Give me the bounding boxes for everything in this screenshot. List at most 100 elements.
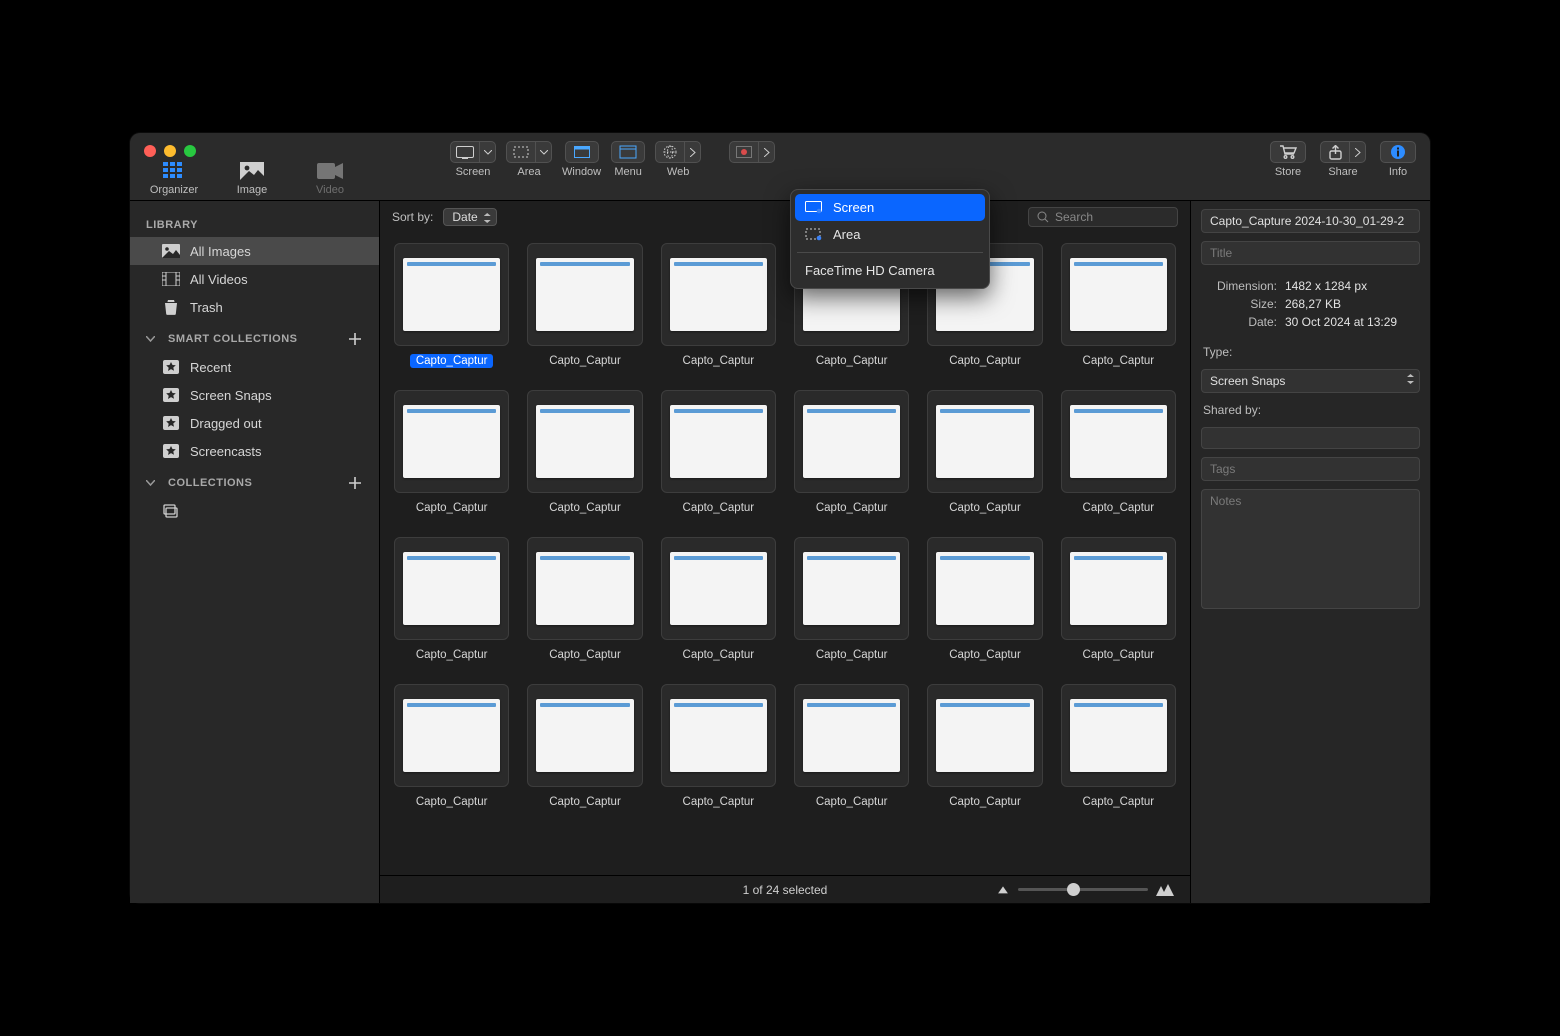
mode-label: Video [316, 184, 344, 196]
thumbnail-card[interactable]: Capto_Captur [661, 537, 776, 662]
menu-item-label: FaceTime HD Camera [805, 263, 935, 278]
chevron-down-icon[interactable] [536, 141, 552, 163]
thumbnail [394, 537, 509, 640]
fullscreen-button[interactable] [184, 145, 196, 157]
thumbnail-card[interactable]: Capto_Captur [661, 390, 776, 515]
thumbnail-card[interactable]: Capto_Captur [927, 537, 1042, 662]
add-smart-collection-button[interactable] [347, 331, 363, 347]
record-button[interactable] [729, 141, 775, 163]
mode-video: Video [300, 161, 360, 196]
thumbnail-card[interactable]: Capto_Captur [661, 243, 776, 368]
thumbnail-card[interactable]: Capto_Captur [1061, 390, 1176, 515]
sidebar-item-collection[interactable] [130, 497, 379, 525]
sidebar-item-label: Screencasts [190, 444, 262, 459]
toolbar-label [751, 166, 754, 178]
thumbnail-caption: Capto_Captur [547, 501, 623, 515]
thumbnail [661, 243, 776, 346]
sidebar-item-label: Screen Snaps [190, 388, 272, 403]
dim-label: Dimension: [1203, 279, 1277, 293]
sidebar-item-all-videos[interactable]: All Videos [130, 265, 379, 293]
menu-item-screen[interactable]: Screen [795, 194, 985, 221]
thumbnail-card[interactable]: Capto_Captur [394, 537, 509, 662]
menu-item-label: Screen [833, 200, 874, 215]
sidebar-item-recent[interactable]: Recent [130, 353, 379, 381]
thumbnail-card[interactable]: Capto_Captur [661, 684, 776, 809]
menu-item-area[interactable]: Area [795, 221, 985, 248]
toolbar-label: Window [562, 166, 601, 178]
sidebar-item-screencasts[interactable]: Screencasts [130, 437, 379, 465]
menu-item-label: Area [833, 227, 860, 242]
thumbnail-card[interactable]: Capto_Captur [527, 390, 642, 515]
thumbnail-card[interactable]: Capto_Captur [927, 684, 1042, 809]
capture-screen-button[interactable] [450, 141, 496, 163]
thumbnail [394, 390, 509, 493]
star-icon [162, 359, 180, 375]
notes-field[interactable]: Notes [1201, 489, 1420, 609]
capture-window-button[interactable] [565, 141, 599, 163]
area-icon [805, 228, 823, 242]
thumbnail-card[interactable]: Capto_Captur [394, 390, 509, 515]
thumbnail-card[interactable]: Capto_Captur [927, 390, 1042, 515]
thumbnail-card[interactable]: Capto_Captur [1061, 537, 1176, 662]
menu-separator [797, 252, 983, 253]
store-button[interactable] [1270, 141, 1306, 163]
chevron-down-icon[interactable] [480, 141, 496, 163]
filename-field[interactable]: Capto_Capture 2024-10-30_01-29-2 [1201, 209, 1420, 233]
date-label: Date: [1203, 315, 1277, 329]
thumbnail-card[interactable]: Capto_Captur [527, 243, 642, 368]
sidebar-item-label: All Images [190, 244, 251, 259]
sidebar-item-all-images[interactable]: All Images [130, 237, 379, 265]
chevron-down-icon [146, 480, 158, 486]
minimize-button[interactable] [164, 145, 176, 157]
thumbnail-card[interactable]: Capto_Captur [527, 684, 642, 809]
thumbnail-grid[interactable]: Capto_CapturCapto_CapturCapto_CapturCapt… [380, 233, 1190, 875]
thumbnail-caption: Capto_Captur [547, 648, 623, 662]
chevron-right-icon[interactable] [685, 141, 701, 163]
titlebar: Organizer Image Video Scr [130, 133, 1430, 201]
thumbnail-card[interactable]: Capto_Captur [394, 243, 509, 368]
thumbnail-card[interactable]: Capto_Captur [794, 537, 909, 662]
sidebar-item-trash[interactable]: Trash [130, 293, 379, 321]
thumbnail-card[interactable]: Capto_Captur [1061, 243, 1176, 368]
shared-field[interactable] [1201, 427, 1420, 449]
chevron-right-icon[interactable] [759, 141, 775, 163]
close-button[interactable] [144, 145, 156, 157]
add-collection-button[interactable] [347, 475, 363, 491]
capture-menu-button[interactable] [611, 141, 645, 163]
app-window: Organizer Image Video Scr [130, 133, 1430, 903]
sort-select[interactable]: Date [443, 208, 496, 226]
thumbnail-caption: Capto_Captur [814, 354, 890, 368]
chevron-right-icon[interactable] [1350, 141, 1366, 163]
mode-organizer[interactable]: Organizer [144, 161, 204, 196]
search-input[interactable]: Search [1028, 207, 1178, 227]
zoom-slider[interactable] [996, 884, 1174, 896]
menu-item-camera[interactable]: FaceTime HD Camera [795, 257, 985, 284]
sidebar-section-smart[interactable]: SMART COLLECTIONS [130, 321, 379, 353]
thumbnail [1061, 684, 1176, 787]
tags-field[interactable]: Tags [1201, 457, 1420, 481]
capture-toolbar: Screen Area Window Menu [450, 141, 775, 178]
thumbnail-card[interactable]: Capto_Captur [1061, 684, 1176, 809]
mode-label: Image [237, 184, 268, 196]
capture-web-button[interactable] [655, 141, 701, 163]
thumbnail-caption: Capto_Captur [547, 354, 623, 368]
capture-area-button[interactable] [506, 141, 552, 163]
mode-image[interactable]: Image [222, 161, 282, 196]
sidebar-item-screen-snaps[interactable]: Screen Snaps [130, 381, 379, 409]
thumbnail-caption: Capto_Captur [547, 795, 623, 809]
thumbnail-card[interactable]: Capto_Captur [794, 684, 909, 809]
type-select[interactable]: Screen Snaps [1201, 369, 1420, 393]
thumbnail-card[interactable]: Capto_Captur [394, 684, 509, 809]
sidebar-item-label: Dragged out [190, 416, 262, 431]
thumbnail-card[interactable]: Capto_Captur [794, 390, 909, 515]
slider-track[interactable] [1018, 888, 1148, 891]
info-button[interactable] [1380, 141, 1416, 163]
sidebar-section-collections[interactable]: COLLECTIONS [130, 465, 379, 497]
share-button[interactable] [1320, 141, 1366, 163]
thumbnail-card[interactable]: Capto_Captur [527, 537, 642, 662]
title-field[interactable]: Title [1201, 241, 1420, 265]
thumbnail-caption: Capto_Captur [947, 795, 1023, 809]
sidebar-item-dragged-out[interactable]: Dragged out [130, 409, 379, 437]
section-title: SMART COLLECTIONS [168, 333, 298, 345]
slider-thumb[interactable] [1067, 883, 1080, 896]
